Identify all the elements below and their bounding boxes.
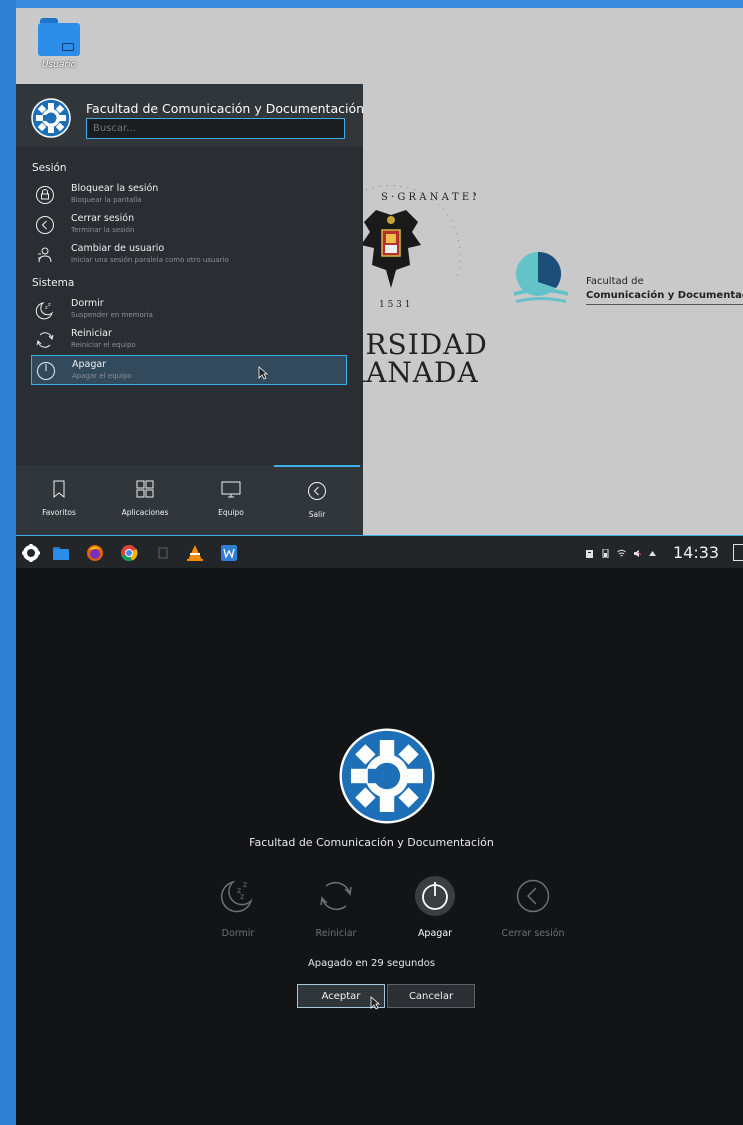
mouse-cursor-icon xyxy=(258,366,268,380)
firefox-icon[interactable] xyxy=(86,544,104,562)
menu-item-label: Cerrar sesión xyxy=(71,213,135,224)
kde-logo-icon xyxy=(31,98,71,138)
menu-item-lock[interactable]: Bloquear la sesión Bloquear la pantalla xyxy=(31,180,347,210)
taskbar: 14:33 xyxy=(16,535,743,568)
launcher-title: Facultad de Comunicación y Documentación xyxy=(86,101,365,116)
leave-icon xyxy=(308,482,326,500)
monitor-icon xyxy=(221,481,241,498)
menu-item-description: Terminar la sesión xyxy=(71,226,135,234)
launcher-tab-bar: Favoritos Aplicaciones Equipo Salir xyxy=(16,465,363,535)
desktop-folder-usuario[interactable]: Usuario xyxy=(34,18,84,70)
tab-favorites[interactable]: Favoritos xyxy=(16,465,102,535)
kde-launcher-icon[interactable] xyxy=(22,544,40,562)
mouse-cursor-icon xyxy=(370,996,380,1010)
action-label: Cerrar sesión xyxy=(501,928,565,939)
action-restart-button[interactable]: Reiniciar xyxy=(296,876,376,946)
tab-leave[interactable]: Salir xyxy=(274,465,360,535)
tab-label: Aplicaciones xyxy=(121,508,169,517)
chevron-up-icon[interactable] xyxy=(648,549,657,558)
menu-item-sleep[interactable]: zz Dormir Suspender en memoria xyxy=(31,295,347,325)
power-icon xyxy=(415,876,455,916)
section-title-session: Sesión xyxy=(32,162,67,174)
logout-icon xyxy=(516,879,550,913)
faculty-logo-big-text: Comunicación y Documentació xyxy=(586,290,743,301)
desktop-top-edge xyxy=(16,0,743,8)
desktop-screenshot: Usuario S · G R A N A T E N S 1 5 3 1 ER… xyxy=(0,0,743,568)
tab-label: Favoritos xyxy=(42,508,76,517)
action-label: Apagar xyxy=(417,928,453,939)
svg-text:z: z xyxy=(240,892,244,901)
switch-user-icon xyxy=(38,247,52,263)
menu-item-label: Bloquear la sesión xyxy=(71,183,159,194)
folder-icon xyxy=(38,18,80,56)
action-sleep-button[interactable]: zzz Dormir xyxy=(198,876,278,946)
action-label: Reiniciar xyxy=(315,928,357,939)
faculty-logo-small-text: Facultad de xyxy=(586,276,644,287)
menu-item-shutdown[interactable]: Apagar Apagar el equipo xyxy=(31,355,347,385)
action-label: Dormir xyxy=(221,928,255,939)
seal-text-top: S · G R A N A T E N S xyxy=(381,192,476,203)
menu-item-label: Cambiar de usuario xyxy=(71,243,165,254)
document-icon[interactable] xyxy=(154,544,172,562)
svg-text:z: z xyxy=(243,880,247,889)
seal-text-bottom: 1 5 3 1 xyxy=(379,300,411,310)
menu-item-label: Reiniciar xyxy=(71,328,112,339)
svg-text:z: z xyxy=(48,302,51,308)
tab-applications[interactable]: Aplicaciones xyxy=(102,465,188,535)
tab-label: Equipo xyxy=(218,508,244,517)
file-manager-icon[interactable] xyxy=(52,544,70,562)
sleep-icon: zz xyxy=(35,302,53,320)
power-icon xyxy=(37,362,55,380)
action-shutdown-button[interactable]: Apagar xyxy=(395,876,475,946)
menu-item-description: Bloquear la pantalla xyxy=(71,196,142,204)
restart-icon xyxy=(36,332,54,348)
sleep-icon: zzz xyxy=(220,880,253,913)
faculty-logo xyxy=(514,251,568,303)
menu-item-label: Dormir xyxy=(71,298,104,309)
grid-icon xyxy=(136,480,154,498)
logout-screen: Facultad de Comunicación y Documentación… xyxy=(16,568,743,1125)
faculty-logo-underline xyxy=(586,304,743,305)
taskbar-clock[interactable]: 14:33 xyxy=(673,543,719,562)
application-launcher: Facultad de Comunicación y Documentación… xyxy=(16,84,365,535)
vlc-icon[interactable] xyxy=(186,544,204,562)
lock-icon xyxy=(36,186,54,204)
menu-item-description: Reiniciar el equipo xyxy=(71,341,136,349)
menu-item-description: Iniciar una sesión paralela como otro us… xyxy=(71,256,229,264)
bookmark-icon xyxy=(53,480,65,499)
volume-muted-icon[interactable] xyxy=(633,549,642,558)
wifi-icon[interactable] xyxy=(617,549,626,558)
menu-item-restart[interactable]: Reiniciar Reiniciar el equipo xyxy=(31,325,347,355)
tab-computer[interactable]: Equipo xyxy=(188,465,274,535)
university-name-line2: RANADA xyxy=(344,356,479,389)
menu-item-switch-user[interactable]: Cambiar de usuario Iniciar una sesión pa… xyxy=(31,240,347,270)
kde-logo-large-icon xyxy=(339,728,435,824)
section-title-system: Sistema xyxy=(32,277,75,289)
launcher-header: Facultad de Comunicación y Documentación xyxy=(16,84,365,146)
battery-icon[interactable] xyxy=(601,549,610,558)
action-logout-button[interactable]: Cerrar sesión xyxy=(493,876,573,946)
clipboard-icon[interactable] xyxy=(585,549,594,558)
restart-icon xyxy=(320,881,352,911)
menu-item-description: Suspender en memoria xyxy=(71,311,153,319)
word-icon[interactable] xyxy=(220,544,238,562)
chrome-icon[interactable] xyxy=(120,544,138,562)
logout-icon xyxy=(36,216,54,234)
tab-label: Salir xyxy=(308,510,326,519)
search-input[interactable] xyxy=(86,118,345,139)
logout-title: Facultad de Comunicación y Documentación xyxy=(249,836,494,849)
menu-item-logout[interactable]: Cerrar sesión Terminar la sesión xyxy=(31,210,347,240)
desktop-folder-label: Usuario xyxy=(41,60,77,70)
cancel-button[interactable]: Cancelar xyxy=(387,984,475,1008)
show-desktop-button[interactable] xyxy=(733,544,743,561)
menu-item-description: Apagar el equipo xyxy=(72,372,132,380)
shutdown-countdown: Apagado en 29 segundos xyxy=(307,958,436,969)
menu-item-label: Apagar xyxy=(72,359,107,370)
